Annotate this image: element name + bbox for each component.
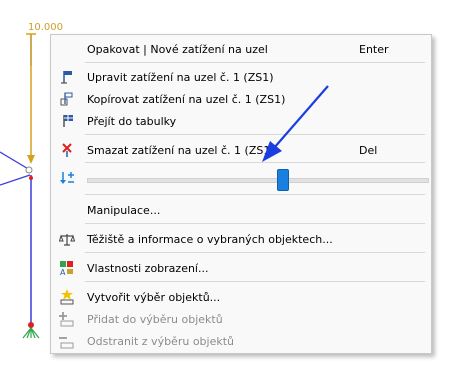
add-selection-icon <box>59 312 74 327</box>
table-icon <box>63 115 73 127</box>
menu-item-label: Manipulace... <box>87 204 161 217</box>
load-value-label: 10.000 <box>28 22 63 33</box>
menu-item-label: Těžiště a informace o vybraných objektec… <box>87 233 333 246</box>
menu-item-label: Smazat zatížení na uzel č. 1 (ZS1) <box>87 144 275 157</box>
menu-separator <box>85 134 425 135</box>
menu-item-centroid-info[interactable]: Těžiště a informace o vybraných objektec… <box>51 228 431 250</box>
menu-item-create-selection[interactable]: Vytvořit výběr objektů... <box>51 286 431 308</box>
menu-item-label: Kopírovat zatížení na uzel č. 1 (ZS1) <box>87 93 286 106</box>
menu-item-shortcut: Del <box>359 144 378 157</box>
menu-item-remove-from-selection[interactable]: Odstranit z výběru objektů <box>51 330 431 352</box>
member-left[interactable] <box>0 151 31 171</box>
remove-selection-icon <box>59 337 74 349</box>
node-2[interactable] <box>29 176 33 180</box>
menu-item-display-properties[interactable]: A Vlastnosti zobrazení... <box>51 257 431 279</box>
menu-item-label: Odstranit z výběru objektů <box>87 335 235 348</box>
menu-item-label: Přejít do tabulky <box>87 115 177 128</box>
menu-item-label: Vytvořit výběr objektů... <box>87 291 221 304</box>
member-left-lower[interactable] <box>0 174 31 186</box>
menu-item-shortcut: Enter <box>359 43 389 56</box>
menu-separator <box>85 162 425 163</box>
menu-item-delete-load[interactable]: Smazat zatížení na uzel č. 1 (ZS1) Del <box>51 139 431 161</box>
load-arrow-head <box>27 155 35 164</box>
slider-track[interactable] <box>87 178 429 183</box>
edit-load-icon <box>61 71 72 84</box>
support-node[interactable] <box>28 322 34 328</box>
menu-item-label: Opakovat | Nové zatížení na uzel <box>87 43 268 56</box>
create-selection-icon <box>60 289 74 305</box>
sort-icon <box>60 172 74 184</box>
menu-item-label: Vlastnosti zobrazení... <box>87 262 209 275</box>
menu-separator <box>85 223 425 224</box>
node-1[interactable] <box>25 166 33 174</box>
support-icon <box>22 327 40 339</box>
delete-icon <box>62 143 72 157</box>
svg-text:A: A <box>60 268 66 276</box>
menu-item-edit-load[interactable]: Upravit zatížení na uzel č. 1 (ZS1) <box>51 66 431 88</box>
menu-item-go-to-table[interactable]: Přejít do tabulky <box>51 110 431 132</box>
menu-separator <box>85 252 425 253</box>
context-menu: Opakovat | Nové zatížení na uzel Enter U… <box>50 34 432 354</box>
copy-load-icon <box>60 92 73 106</box>
menu-separator <box>85 194 425 195</box>
menu-separator <box>85 281 425 282</box>
balance-icon <box>59 234 75 246</box>
display-properties-icon: A <box>60 261 73 276</box>
menu-item-copy-load[interactable]: Kopírovat zatížení na uzel č. 1 (ZS1) <box>51 88 431 110</box>
menu-item-label: Upravit zatížení na uzel č. 1 (ZS1) <box>87 71 274 84</box>
menu-item-repeat[interactable]: Opakovat | Nové zatížení na uzel Enter <box>51 38 431 60</box>
menu-item-label: Přidat do výběru objektů <box>87 313 223 326</box>
slider-thumb[interactable] <box>277 169 289 191</box>
menu-item-manipulation[interactable]: Manipulace... <box>51 199 431 221</box>
menu-item-add-to-selection[interactable]: Přidat do výběru objektů <box>51 308 431 330</box>
menu-separator <box>85 62 425 63</box>
